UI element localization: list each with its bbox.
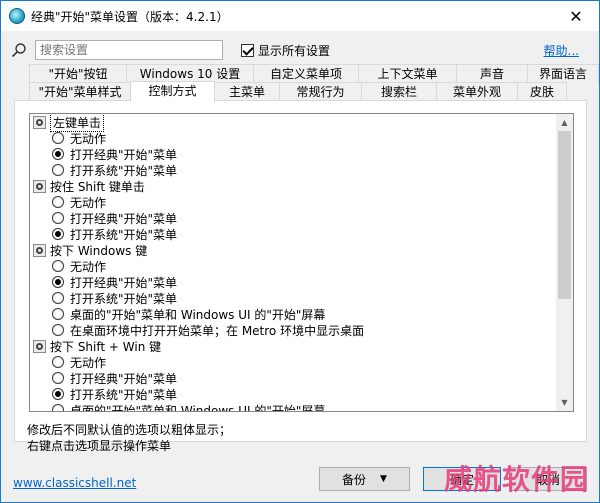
settings-window: 经典"开始"菜单设置（版本：4.2.1） ✕ 显示所有设置 帮助... "开始"… — [0, 0, 600, 503]
radio-option-label: 打开经典"开始"菜单 — [70, 211, 178, 226]
show-all-settings-toggle[interactable]: 显示所有设置 — [241, 42, 330, 59]
radio-button[interactable] — [52, 228, 64, 240]
tree-radio-option[interactable]: 桌面的"开始"菜单和 Windows UI 的"开始"屏幕 — [30, 306, 557, 322]
window-title: 经典"开始"菜单设置（版本：4.2.1） — [31, 9, 229, 24]
radio-button[interactable] — [52, 324, 64, 336]
tree-radio-option[interactable]: 无动作 — [30, 130, 557, 146]
tree-group-label: 按下 Windows 键 — [50, 243, 148, 258]
tree-group-header[interactable]: 左键单击 — [30, 114, 557, 132]
radio-option-label: 打开经典"开始"菜单 — [70, 371, 178, 386]
tab-language[interactable]: 界面语言 — [527, 64, 599, 83]
tree-radio-option[interactable]: 无动作 — [30, 258, 557, 274]
radio-option-label: 无动作 — [70, 355, 107, 370]
radio-button[interactable] — [52, 196, 64, 208]
search-icon — [11, 43, 26, 58]
tree-radio-option[interactable]: 无动作 — [30, 194, 557, 210]
show-all-checkbox[interactable] — [241, 44, 254, 57]
settings-tree-list: 左键单击 无动作 打开经典"开始"菜单 打开系统"开始"菜单 按住 Shift 键单击无… — [30, 114, 557, 412]
scroll-thumb[interactable] — [558, 131, 571, 299]
right-click-note: 右键点击选项显示操作菜单 — [27, 439, 172, 453]
scroll-down-arrow-icon[interactable]: ▼ — [556, 394, 573, 411]
tab-start-button[interactable]: "开始"按钮 — [29, 64, 127, 83]
tab-main-menu[interactable]: 主菜单 — [214, 82, 280, 101]
tab-start-menu-style[interactable]: "开始"菜单样式 — [29, 82, 131, 101]
search-input[interactable] — [35, 40, 223, 60]
classicshell-link[interactable]: www.classicshell.net — [13, 476, 136, 490]
tab-controls[interactable]: 控制方式 — [130, 81, 215, 102]
shell-app-icon — [9, 8, 25, 24]
help-link[interactable]: 帮助... — [544, 42, 579, 59]
radio-button[interactable] — [52, 404, 64, 411]
show-all-label: 显示所有设置 — [258, 44, 331, 58]
radio-option-label: 无动作 — [70, 259, 107, 274]
tree-group-header[interactable]: 按下 Shift + Win 键 — [30, 338, 557, 354]
radio-option-label: 桌面的"开始"菜单和 Windows UI 的"开始"屏幕 — [70, 403, 326, 412]
radio-option-label: 在桌面环境中打开开始菜单；在 Metro 环境中显示桌面 — [70, 323, 365, 338]
backup-label: 备份 — [342, 472, 367, 487]
setting-gear-icon — [33, 243, 46, 257]
tab-sounds[interactable]: 声音 — [456, 64, 528, 83]
tree-radio-option[interactable]: 无动作 — [30, 354, 557, 370]
radio-button[interactable] — [52, 308, 64, 320]
tree-radio-option[interactable]: 打开经典"开始"菜单 — [30, 210, 557, 226]
radio-option-label: 打开经典"开始"菜单 — [70, 275, 178, 290]
tree-radio-option[interactable]: 打开系统"开始"菜单 — [30, 386, 557, 402]
radio-option-label: 打开系统"开始"菜单 — [70, 163, 178, 178]
tree-radio-option[interactable]: 打开系统"开始"菜单 — [30, 226, 557, 242]
tab-general-behavior[interactable]: 常规行为 — [279, 82, 362, 101]
tabs-row-1: "开始"按钮 Windows 10 设置 自定义菜单项 上下文菜单 声音 界面语… — [29, 64, 599, 83]
tree-radio-option[interactable]: 在桌面环境中打开开始菜单；在 Metro 环境中显示桌面 — [30, 322, 557, 338]
radio-button[interactable] — [52, 164, 64, 176]
radio-button[interactable] — [52, 260, 64, 272]
radio-option-label: 无动作 — [70, 195, 107, 210]
radio-option-label: 无动作 — [70, 131, 107, 146]
setting-gear-icon — [33, 339, 46, 353]
watermark-logo: 威航软件园 — [443, 463, 589, 496]
tree-group-label: 按住 Shift 键单击 — [50, 179, 145, 194]
tab-custom-menu-items[interactable]: 自定义菜单项 — [253, 64, 359, 83]
title-bar: 经典"开始"菜单设置（版本：4.2.1） ✕ — [1, 1, 599, 31]
tree-scrollbar[interactable]: ▲ ▼ — [556, 114, 573, 411]
controls-panel: 左键单击 无动作 打开经典"开始"菜单 打开系统"开始"菜单 按住 Shift 键单击无… — [14, 100, 587, 453]
tree-radio-option[interactable]: 打开系统"开始"菜单 — [30, 162, 557, 178]
radio-button[interactable] — [52, 372, 64, 384]
setting-gear-icon — [33, 115, 46, 129]
tree-radio-option[interactable]: 打开经典"开始"菜单 — [30, 274, 557, 290]
radio-button[interactable] — [52, 132, 64, 144]
tab-skin[interactable]: 皮肤 — [517, 82, 567, 101]
tree-group-label: 按下 Shift + Win 键 — [50, 339, 162, 354]
radio-option-label: 打开系统"开始"菜单 — [70, 227, 178, 242]
tabs-row-2: "开始"菜单样式 控制方式 主菜单 常规行为 搜索栏 菜单外观 皮肤 — [29, 81, 567, 102]
tree-group-header[interactable]: 按下 Windows 键 — [30, 242, 557, 258]
tab-context-menu[interactable]: 上下文菜单 — [358, 64, 457, 83]
tab-search-box[interactable]: 搜索栏 — [361, 82, 437, 101]
radio-button[interactable] — [52, 148, 64, 160]
close-button[interactable]: ✕ — [553, 1, 599, 31]
tab-menu-look[interactable]: 菜单外观 — [436, 82, 518, 101]
radio-option-label: 桌面的"开始"菜单和 Windows UI 的"开始"屏幕 — [70, 307, 326, 322]
radio-option-label: 打开系统"开始"菜单 — [70, 291, 178, 306]
radio-button[interactable] — [52, 292, 64, 304]
dropdown-caret-icon: ▼ — [380, 474, 387, 484]
radio-button[interactable] — [52, 388, 64, 400]
settings-tree: 左键单击 无动作 打开经典"开始"菜单 打开系统"开始"菜单 按住 Shift 键单击无… — [29, 113, 574, 412]
tree-radio-option[interactable]: 桌面的"开始"菜单和 Windows UI 的"开始"屏幕 — [30, 402, 557, 412]
tree-group-header[interactable]: 按住 Shift 键单击 — [30, 178, 557, 194]
tree-radio-option[interactable]: 打开系统"开始"菜单 — [30, 290, 557, 306]
radio-option-label: 打开系统"开始"菜单 — [70, 387, 178, 402]
radio-button[interactable] — [52, 356, 64, 368]
radio-option-label: 打开经典"开始"菜单 — [70, 147, 178, 162]
scroll-up-arrow-icon[interactable]: ▲ — [556, 114, 573, 131]
radio-button[interactable] — [52, 276, 64, 288]
tree-radio-option[interactable]: 打开经典"开始"菜单 — [30, 370, 557, 386]
backup-button[interactable]: 备份 ▼ — [319, 467, 410, 491]
setting-gear-icon — [33, 179, 46, 193]
radio-button[interactable] — [52, 212, 64, 224]
bold-note: 修改后不同默认值的选项以粗体显示； — [27, 423, 232, 437]
search-row: 显示所有设置 帮助... — [1, 39, 599, 61]
tree-radio-option[interactable]: 打开经典"开始"菜单 — [30, 146, 557, 162]
